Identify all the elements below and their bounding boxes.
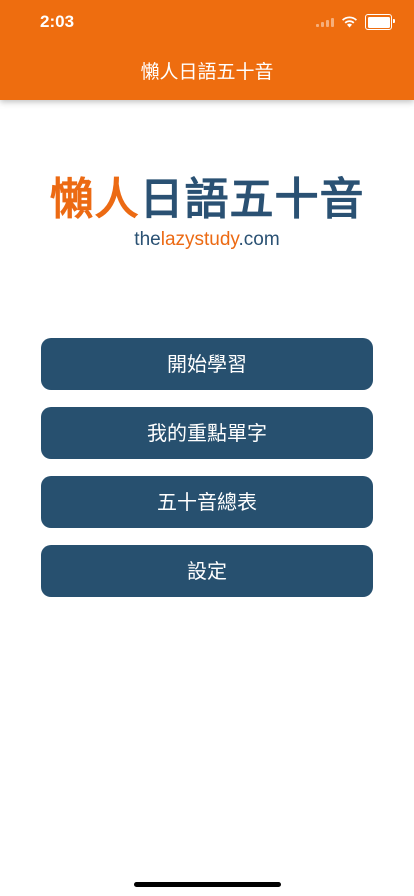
battery-icon [365, 14, 395, 30]
wifi-icon [342, 16, 357, 28]
status-icons [316, 14, 395, 30]
my-key-words-button[interactable]: 我的重點單字 [41, 407, 373, 459]
status-time: 2:03 [40, 12, 75, 31]
logo-title: 懶人日語五十音 [0, 172, 414, 228]
kana-chart-button[interactable]: 五十音總表 [41, 476, 373, 528]
logo-website: thelazystudy.com [0, 228, 414, 252]
app-header: 2:03 懶人日語五十音 [0, 0, 414, 100]
logo-title-orange: 懶人 [49, 174, 140, 225]
home-indicator[interactable] [134, 882, 281, 887]
settings-button[interactable]: 設定 [41, 545, 373, 597]
logo-website-prefix: the [134, 229, 161, 250]
start-learning-button[interactable]: 開始學習 [41, 338, 373, 390]
page-title: 懶人日語五十音 [140, 61, 274, 83]
logo-website-suffix: .com [238, 229, 280, 250]
logo-website-highlight: lazystudy [160, 229, 239, 250]
cellular-signal-icon [316, 17, 334, 27]
app-logo: 懶人日語五十音 thelazystudy.com [0, 172, 414, 252]
main-menu: 開始學習 我的重點單字 五十音總表 設定 [41, 338, 373, 614]
logo-title-blue: 日語五十音 [139, 174, 365, 225]
